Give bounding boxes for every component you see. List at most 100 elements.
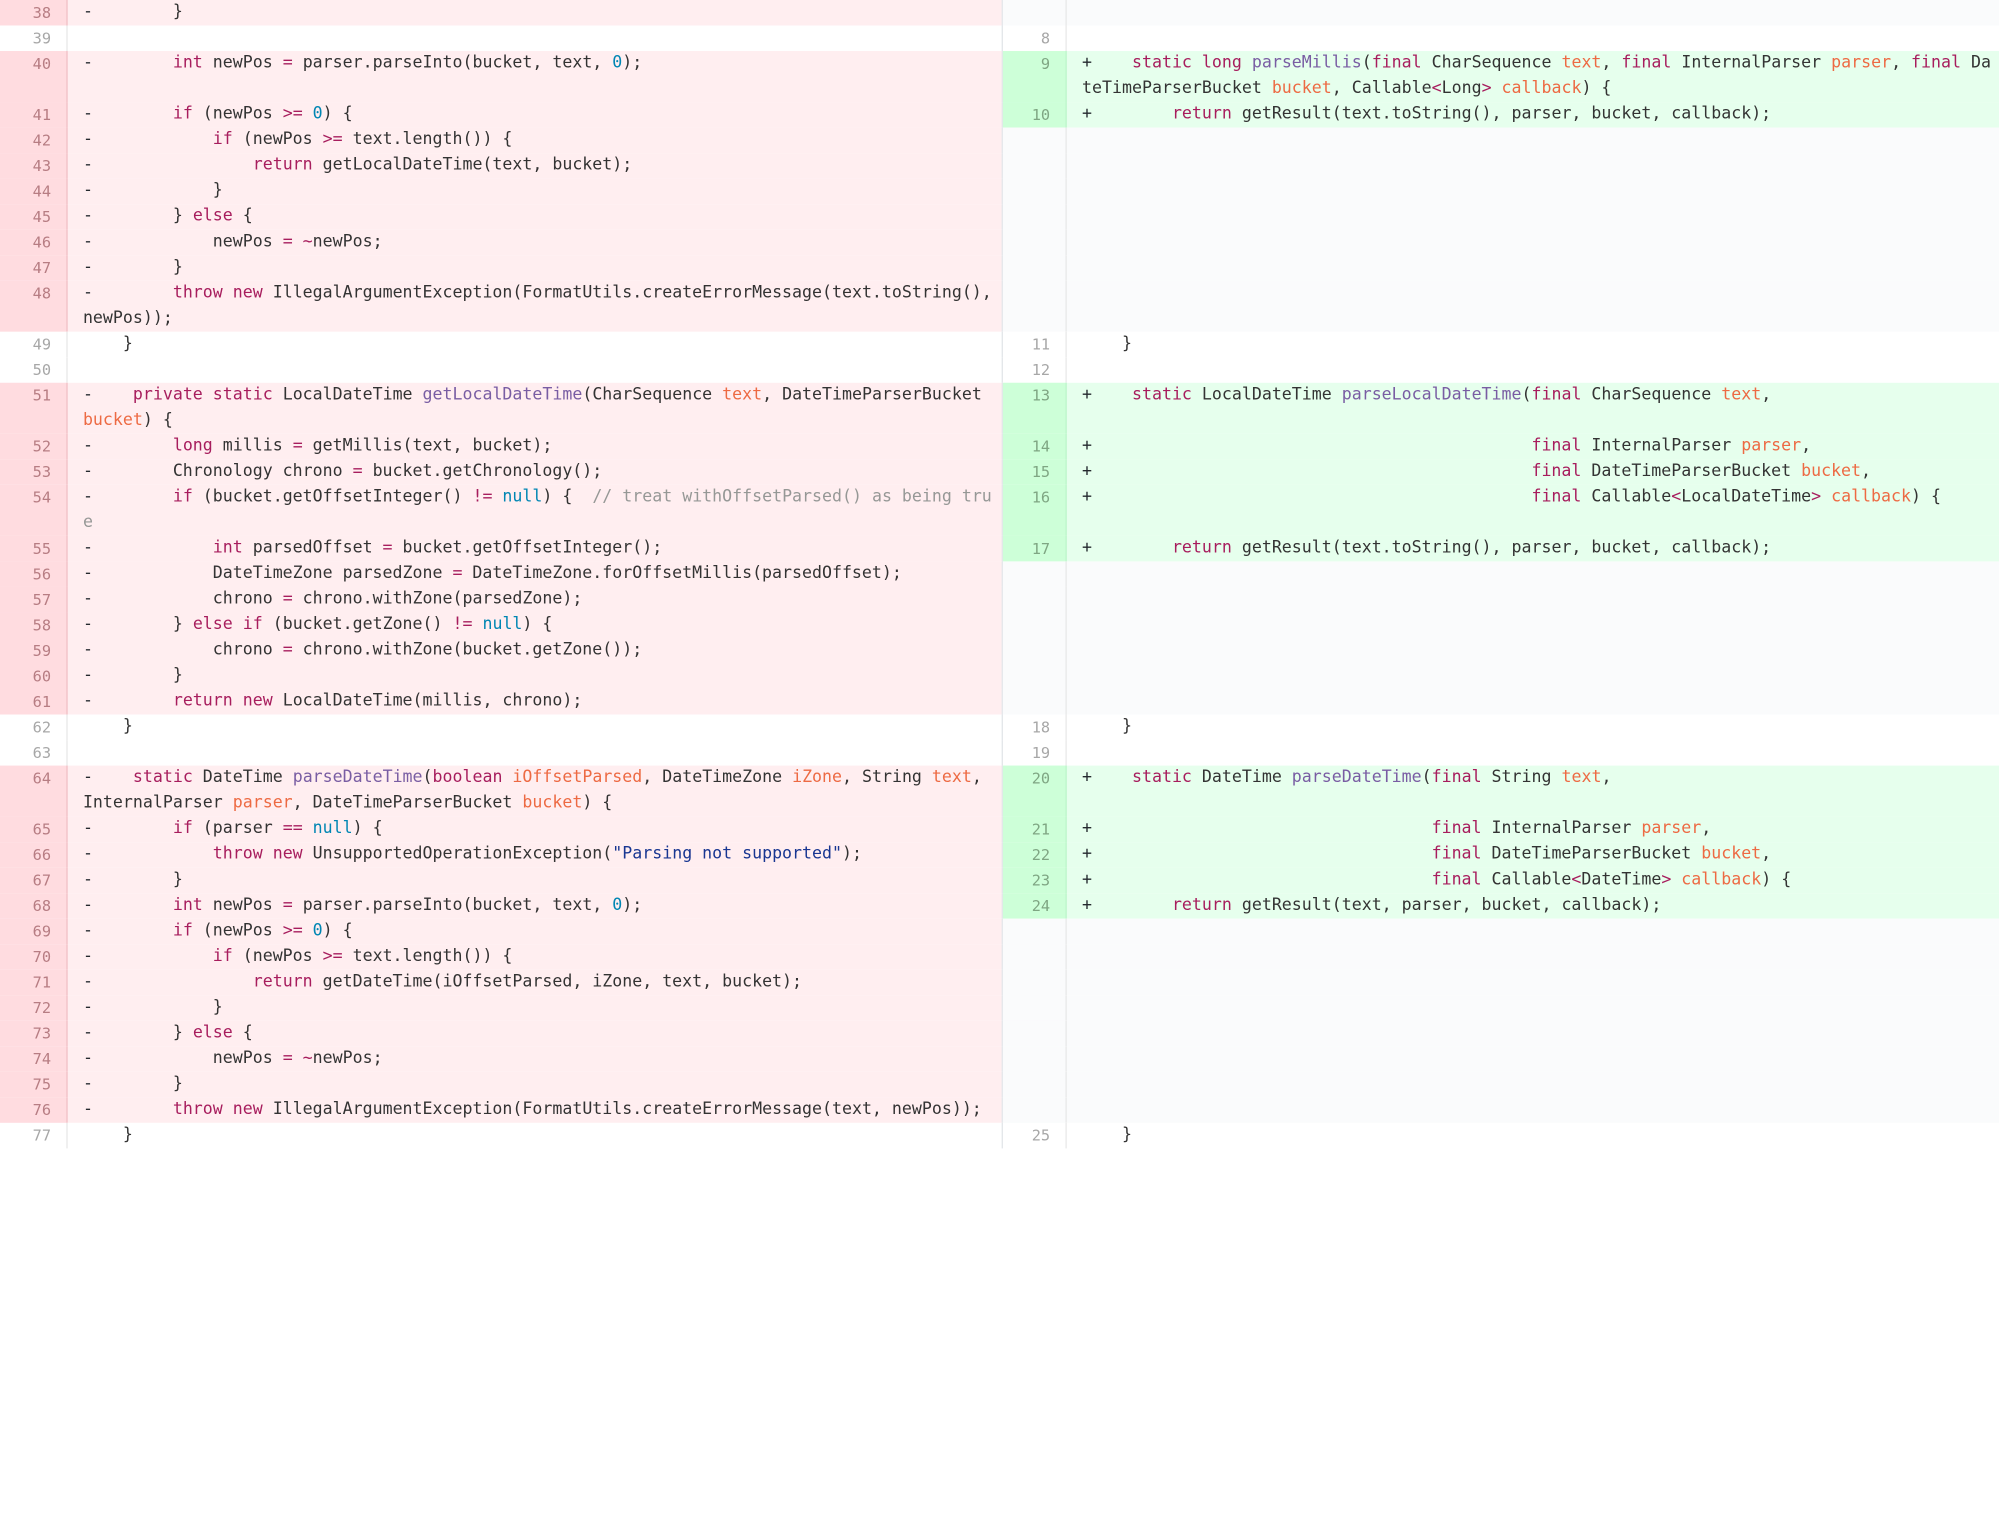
right-line: 17 + return getResult(text.toString(), pa… — [1002, 535, 1999, 562]
right-line-number[interactable] — [1002, 280, 1067, 332]
right-line — [1002, 178, 1999, 205]
right-line-number[interactable]: 23 — [1002, 867, 1067, 894]
right-line-number[interactable]: 17 — [1002, 535, 1067, 562]
left-line-number[interactable]: 43 — [0, 153, 68, 179]
right-line — [1002, 280, 1999, 332]
left-line-number[interactable]: 58 — [0, 612, 68, 638]
diff-row: 59 - chrono = chrono.withZone(bucket.getZ… — [0, 638, 1999, 664]
right-line: 15 + final DateTimeParserBucket bucket, — [1002, 459, 1999, 485]
left-line-number[interactable]: 57 — [0, 586, 68, 613]
left-line-number[interactable]: 47 — [0, 255, 68, 281]
right-line-number[interactable]: 22 — [1002, 842, 1067, 868]
right-line-number[interactable] — [1002, 0, 1067, 26]
right-line-number[interactable] — [1002, 561, 1067, 587]
left-line-number[interactable]: 67 — [0, 867, 68, 894]
left-line-number[interactable]: 44 — [0, 178, 68, 205]
left-line-number[interactable]: 74 — [0, 1046, 68, 1072]
right-code-line — [1067, 357, 1999, 383]
right-line-number[interactable]: 14 — [1002, 433, 1067, 460]
left-line-number[interactable]: 68 — [0, 893, 68, 919]
left-line-number[interactable]: 66 — [0, 842, 68, 868]
right-line-number[interactable] — [1002, 1046, 1067, 1072]
right-line-number[interactable]: 24 — [1002, 893, 1067, 919]
left-line: 75 - } — [0, 1071, 1002, 1098]
left-line-number[interactable]: 40 — [0, 51, 68, 103]
left-line-number[interactable]: 53 — [0, 459, 68, 485]
right-line-number[interactable] — [1002, 944, 1067, 970]
right-line-number[interactable]: 21 — [1002, 816, 1067, 843]
right-line-number[interactable]: 9 — [1002, 51, 1067, 103]
right-code-line: + final InternalParser parser, — [1082, 819, 1712, 839]
left-line-number[interactable]: 48 — [0, 280, 68, 332]
left-line-number[interactable]: 49 — [0, 331, 68, 358]
left-line-number[interactable]: 45 — [0, 204, 68, 230]
left-line-number[interactable]: 62 — [0, 714, 68, 741]
right-line-number[interactable]: 12 — [1003, 357, 1067, 383]
right-line-number[interactable] — [1002, 1020, 1067, 1047]
right-line-number[interactable]: 11 — [1003, 331, 1067, 358]
left-line-number[interactable]: 50 — [0, 357, 68, 383]
right-line-number[interactable] — [1002, 663, 1067, 690]
left-line-number[interactable]: 76 — [0, 1097, 68, 1123]
left-line-number[interactable]: 60 — [0, 663, 68, 690]
right-line-number[interactable] — [1002, 153, 1067, 179]
right-line-number[interactable] — [1002, 229, 1067, 256]
right-line-number[interactable] — [1002, 1071, 1067, 1098]
left-line-number[interactable]: 38 — [0, 0, 68, 26]
right-line-number[interactable]: 13 — [1002, 382, 1067, 434]
left-line-number[interactable]: 56 — [0, 561, 68, 587]
right-line-number[interactable] — [1002, 612, 1067, 638]
left-line-number[interactable]: 61 — [0, 689, 68, 715]
left-line-number[interactable]: 71 — [0, 969, 68, 996]
right-line-number[interactable] — [1002, 255, 1067, 281]
left-line-number[interactable]: 42 — [0, 127, 68, 154]
right-code-line: + static long parseMillis(final CharSequ… — [1082, 53, 1991, 99]
right-line: 16 + final Callable<LocalDateTime> callba… — [1002, 484, 1999, 536]
left-line-number[interactable]: 63 — [0, 740, 68, 766]
right-line-number[interactable]: 16 — [1002, 484, 1067, 536]
right-line-number[interactable]: 19 — [1003, 740, 1067, 766]
left-line-number[interactable]: 55 — [0, 535, 68, 562]
right-line-number[interactable] — [1002, 204, 1067, 230]
left-line-number[interactable]: 70 — [0, 944, 68, 970]
diff-row: 70 - if (newPos >= text.length()) { — [0, 944, 1999, 970]
left-line-number[interactable]: 54 — [0, 484, 68, 536]
left-line-number[interactable]: 51 — [0, 382, 68, 434]
left-line-number[interactable]: 65 — [0, 816, 68, 843]
left-line-number[interactable]: 73 — [0, 1020, 68, 1047]
right-line-number[interactable] — [1002, 995, 1067, 1021]
left-line-number[interactable]: 41 — [0, 102, 68, 128]
right-line — [1002, 586, 1999, 613]
right-line-number[interactable] — [1002, 178, 1067, 205]
right-line-number[interactable]: 20 — [1002, 765, 1067, 817]
left-line-number[interactable]: 77 — [0, 1122, 68, 1149]
left-line-number[interactable]: 39 — [0, 25, 68, 52]
left-line-number[interactable]: 64 — [0, 765, 68, 817]
right-line-number[interactable] — [1002, 689, 1067, 715]
right-line-number[interactable]: 8 — [1003, 25, 1067, 52]
right-line-number[interactable]: 15 — [1002, 459, 1067, 485]
right-line-number[interactable] — [1002, 586, 1067, 613]
left-line-number[interactable]: 75 — [0, 1071, 68, 1098]
right-line: 10 + return getResult(text.toString(), pa… — [1002, 102, 1999, 128]
left-line-number[interactable]: 46 — [0, 229, 68, 256]
diff-row: 72 - } — [0, 995, 1999, 1021]
right-line-number[interactable] — [1002, 638, 1067, 664]
right-line-number[interactable]: 25 — [1003, 1122, 1067, 1149]
left-line-number[interactable]: 72 — [0, 995, 68, 1021]
left-code-line: - } else if (bucket.getZone() != null) { — [82, 615, 553, 635]
left-line-number[interactable]: 59 — [0, 638, 68, 664]
diff-row: 41 - if (newPos >= 0) {10 + return getResu… — [0, 102, 1999, 128]
right-line-number[interactable]: 10 — [1002, 102, 1067, 128]
right-code-line — [1067, 1021, 1999, 1047]
left-line-number[interactable]: 52 — [0, 433, 68, 460]
left-line-number[interactable]: 69 — [0, 918, 68, 945]
right-line-number[interactable] — [1002, 969, 1067, 996]
left-line: 65 - if (parser == null) { — [0, 816, 1002, 843]
left-code-line — [68, 740, 1002, 766]
left-line: 54 - if (bucket.getOffsetInteger() != nul… — [0, 484, 1002, 536]
right-line-number[interactable] — [1002, 1097, 1067, 1123]
right-line-number[interactable]: 18 — [1003, 714, 1067, 741]
right-line-number[interactable] — [1002, 918, 1067, 945]
right-line-number[interactable] — [1002, 127, 1067, 154]
